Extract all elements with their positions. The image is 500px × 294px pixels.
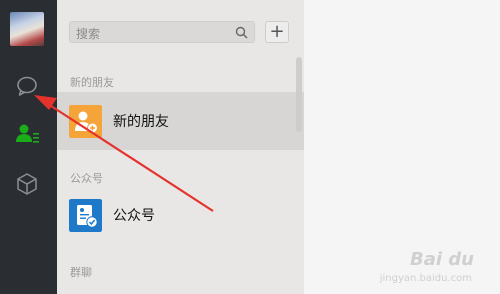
watermark-url: jingyan.baidu.com (379, 273, 472, 284)
contact-list-panel: 搜索 + 新的朋友 新的朋友 公众号 公众号 群聊 (57, 0, 304, 294)
search-placeholder: 搜索 (76, 27, 101, 41)
list-item-official-accounts[interactable]: 公众号 (57, 186, 304, 244)
chat-bubble-icon[interactable] (13, 72, 41, 100)
sidebar-rail (0, 0, 57, 294)
list-item-label: 公众号 (113, 208, 155, 224)
section-header-groups: 群聊 (70, 266, 92, 279)
official-account-icon (69, 199, 102, 232)
list-item-label: 新的朋友 (113, 114, 169, 130)
section-header-new-friends: 新的朋友 (70, 76, 114, 89)
list-item-new-friends[interactable]: 新的朋友 (57, 92, 304, 150)
plus-icon: + (269, 21, 285, 42)
avatar[interactable] (10, 12, 44, 46)
scrollbar[interactable] (296, 57, 302, 132)
cube-icon[interactable] (13, 170, 41, 198)
contacts-icon[interactable] (13, 120, 41, 148)
search-icon (235, 26, 248, 39)
add-button[interactable]: + (265, 21, 289, 43)
search-input[interactable]: 搜索 (69, 21, 255, 43)
watermark-logo: Bai du (409, 249, 474, 270)
section-header-official: 公众号 (70, 172, 103, 185)
add-friend-icon (69, 105, 102, 138)
